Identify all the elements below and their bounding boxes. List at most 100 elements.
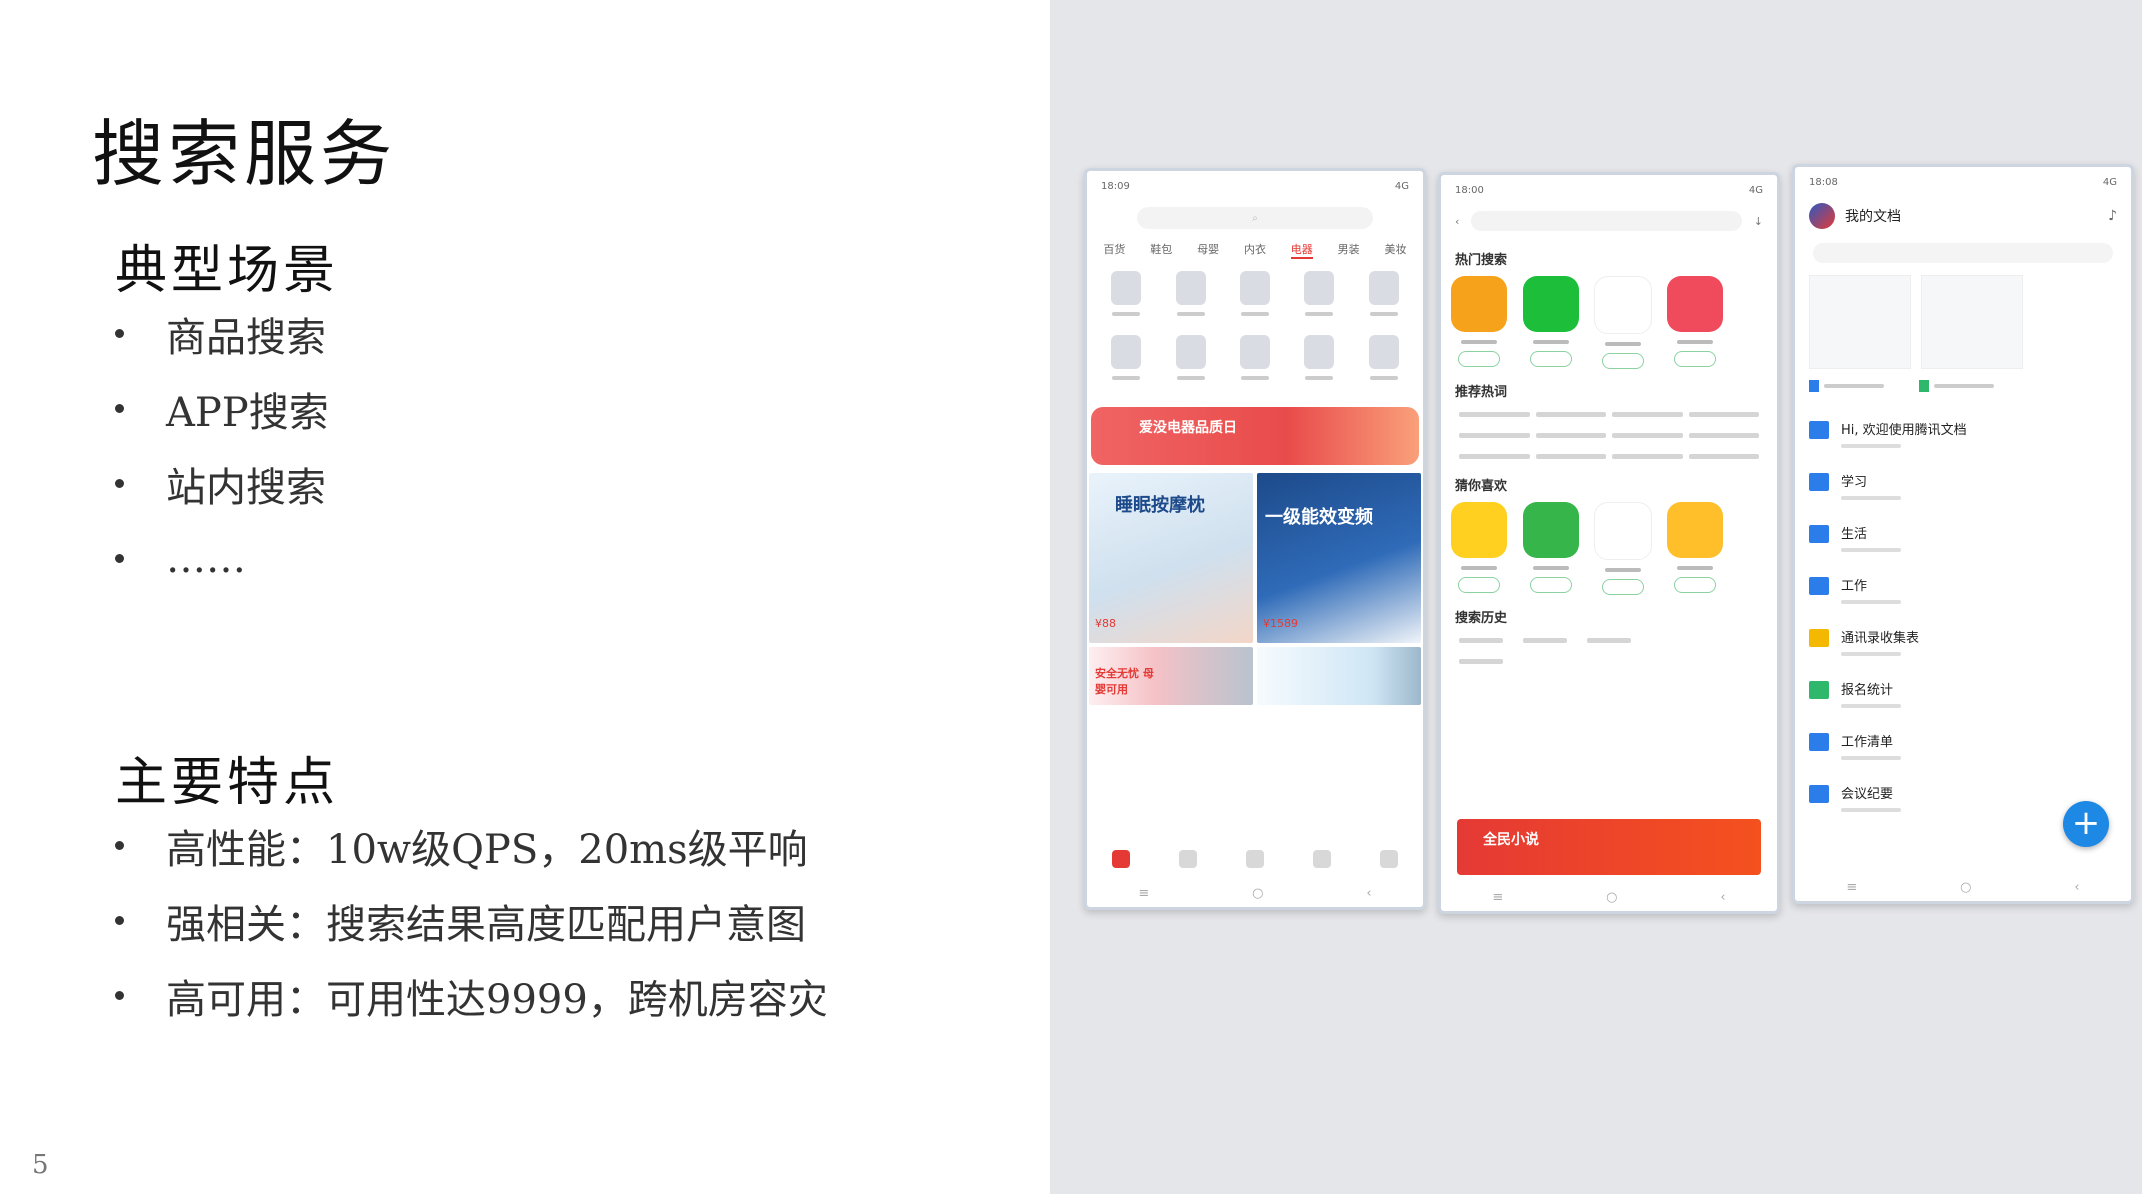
home-icon[interactable]	[1111, 850, 1130, 868]
app-row	[1441, 498, 1777, 599]
app-icon	[1523, 502, 1579, 558]
tab-category[interactable]: 内衣	[1244, 241, 1266, 259]
list-item[interactable]: 工作	[1809, 573, 2117, 625]
profile-icon[interactable]	[1380, 850, 1399, 868]
doc-icon	[1809, 380, 1819, 392]
product-tile[interactable]: 睡眠按摩枕 ¥88	[1089, 473, 1253, 643]
product-item[interactable]	[1159, 271, 1221, 329]
home-button-icon[interactable]: ○	[1960, 880, 1971, 895]
app-item[interactable]	[1523, 502, 1579, 595]
product-item[interactable]	[1224, 271, 1286, 329]
product-tile[interactable]	[1257, 647, 1421, 705]
home-button-icon[interactable]: ○	[1606, 890, 1617, 905]
bullet-icon	[115, 554, 124, 563]
install-button[interactable]	[1530, 577, 1572, 593]
list-item: ……	[115, 521, 329, 596]
product-icon	[1304, 271, 1335, 305]
product-item[interactable]	[1353, 271, 1415, 329]
section-heading-features: 主要特点	[115, 753, 340, 813]
tab-category[interactable]: 鞋包	[1150, 241, 1172, 259]
search-icon: ⌕	[1252, 212, 1258, 224]
hot-word-tags	[1441, 404, 1777, 467]
app-item[interactable]	[1451, 276, 1507, 369]
doc-thumbnail[interactable]	[1809, 275, 1911, 369]
tab-category-active[interactable]: 电器	[1290, 241, 1313, 259]
menu-icon[interactable]: ≡	[1492, 890, 1503, 905]
list-item[interactable]: 报名统计	[1809, 677, 2117, 729]
category-tabs: 百货 鞋包 母婴 内衣 电器 男装 美妆	[1087, 235, 1423, 265]
section-title: 热门搜索	[1455, 253, 1508, 268]
doc-thumbnail[interactable]	[1921, 275, 2023, 369]
app-item[interactable]	[1594, 502, 1652, 595]
install-button[interactable]	[1674, 577, 1716, 593]
app-icon	[1667, 276, 1723, 332]
app-icon	[1667, 502, 1723, 558]
product-tile[interactable]: 一级能效变频 ¥1589	[1257, 473, 1421, 643]
bullet-icon	[115, 404, 124, 413]
product-item[interactable]	[1095, 271, 1157, 329]
product-icon	[1239, 335, 1270, 369]
bell-icon[interactable]: ♪	[2108, 208, 2117, 224]
product-item[interactable]	[1288, 335, 1350, 393]
product-tile[interactable]: 安全无忧 母婴可用	[1089, 647, 1253, 705]
add-button[interactable]: +	[2063, 801, 2109, 847]
bullet-icon	[115, 329, 124, 338]
app-item[interactable]	[1594, 276, 1652, 369]
list-item[interactable]: 工作清单	[1809, 729, 2117, 781]
install-button[interactable]	[1458, 577, 1500, 593]
promo-banner[interactable]: 爱没电器品质日	[1091, 407, 1419, 465]
app-item[interactable]	[1667, 276, 1723, 369]
search-input[interactable]	[1813, 243, 2113, 263]
list-item[interactable]: 生活	[1809, 521, 2117, 573]
home-button-icon[interactable]: ○	[1252, 886, 1263, 901]
back-icon[interactable]: ‹	[1366, 886, 1371, 901]
product-icon	[1111, 335, 1142, 369]
tab-category[interactable]: 百货	[1103, 241, 1125, 259]
product-item[interactable]	[1095, 335, 1157, 393]
avatar[interactable]	[1809, 203, 1835, 229]
cart-icon[interactable]	[1313, 850, 1332, 868]
doc-icon	[1809, 733, 1829, 751]
install-button[interactable]	[1602, 353, 1644, 369]
list-item[interactable]: 学习	[1809, 469, 2117, 521]
search-input[interactable]	[1471, 211, 1742, 231]
file-list: Hi, 欢迎使用腾讯文档 学习 生活 工作 通讯录收集表 报名统计 工作清单 会…	[1795, 399, 2131, 833]
download-icon[interactable]: ↓	[1754, 215, 1763, 228]
list-icon[interactable]	[1245, 850, 1264, 868]
list-item[interactable]: Hi, 欢迎使用腾讯文档	[1809, 417, 2117, 469]
search-input[interactable]: ⌕	[1137, 207, 1373, 229]
back-icon[interactable]: ‹	[1455, 215, 1459, 228]
product-item[interactable]	[1353, 335, 1415, 393]
category-icon[interactable]	[1178, 850, 1197, 868]
promo-banner[interactable]: 全民小说	[1457, 819, 1761, 875]
install-button[interactable]	[1530, 351, 1572, 367]
install-button[interactable]	[1674, 351, 1716, 367]
menu-icon[interactable]: ≡	[1138, 886, 1149, 901]
list-item: 高可用：可用性达9999，跨机房容灾	[115, 958, 828, 1033]
search-header: ‹ ↓	[1441, 201, 1777, 241]
install-button[interactable]	[1602, 579, 1644, 595]
app-item[interactable]	[1451, 502, 1507, 595]
app-item[interactable]	[1667, 502, 1723, 595]
folder-icon	[1809, 577, 1829, 595]
back-icon[interactable]: ‹	[2074, 880, 2079, 895]
doc-icon	[1809, 785, 1829, 803]
bottom-tab-bar	[1087, 839, 1423, 879]
install-button[interactable]	[1458, 351, 1500, 367]
back-icon[interactable]: ‹	[1720, 890, 1725, 905]
menu-icon[interactable]: ≡	[1846, 880, 1857, 895]
tab-category[interactable]: 美妆	[1384, 241, 1406, 259]
app-item[interactable]	[1523, 276, 1579, 369]
product-item[interactable]	[1159, 335, 1221, 393]
list-item[interactable]: 通讯录收集表	[1809, 625, 2117, 677]
app-row	[1441, 272, 1777, 373]
header-title[interactable]: 我的文档	[1845, 206, 1901, 226]
product-item[interactable]	[1224, 335, 1286, 393]
list-item: 强相关：搜索结果高度匹配用户意图	[115, 883, 828, 958]
product-item[interactable]	[1288, 271, 1350, 329]
bullet-icon	[115, 841, 124, 850]
phone-appstore-screenshot: 18:00 4G ‹ ↓ 热门搜索 推荐热词 猜你喜欢 搜索历史 全民小说 ≡ …	[1438, 172, 1780, 914]
phone-shopping-screenshot: 18:09 4G ⌕ 百货 鞋包 母婴 内衣 电器 男装 美妆 爱没电器品质日 …	[1084, 168, 1426, 910]
tab-category[interactable]: 男装	[1338, 241, 1360, 259]
tab-category[interactable]: 母婴	[1197, 241, 1219, 259]
